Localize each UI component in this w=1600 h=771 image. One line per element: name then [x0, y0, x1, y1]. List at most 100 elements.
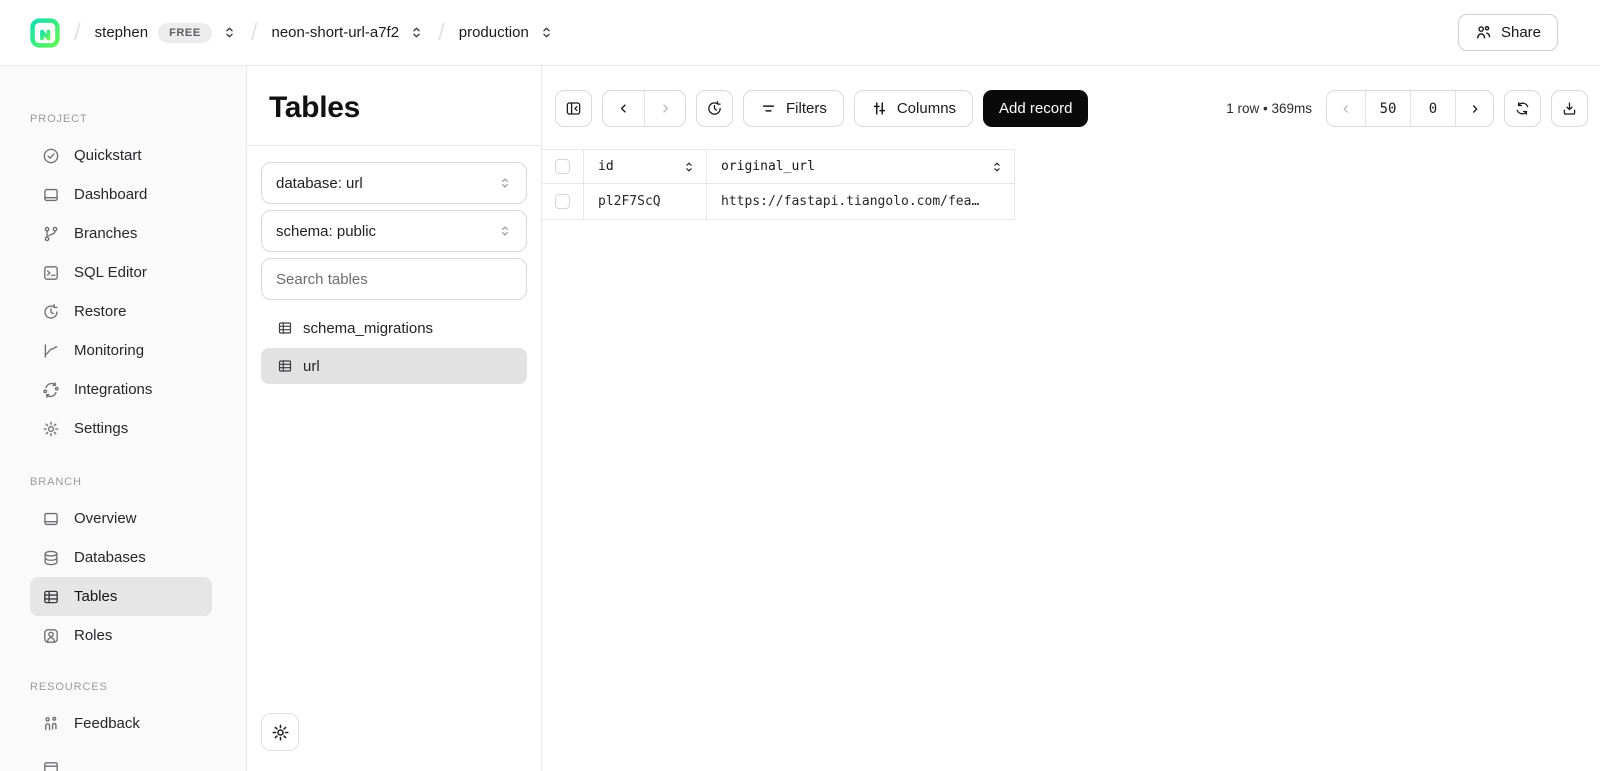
breadcrumb-branch[interactable]: production: [459, 24, 554, 41]
search-tables-input[interactable]: [261, 258, 527, 300]
share-label: Share: [1501, 24, 1541, 41]
download-button[interactable]: [1551, 90, 1588, 127]
page-title: Tables: [269, 90, 541, 126]
sidebar-item-branches[interactable]: Branches: [30, 214, 212, 253]
filters-button[interactable]: Filters: [743, 90, 844, 127]
top-header: / stephen FREE / neon-short-url-a7f2 / p…: [0, 0, 1600, 66]
column-header-original-url[interactable]: original_url: [707, 150, 1015, 184]
toolbar-right: 1 row • 369ms 50 0: [1226, 90, 1588, 127]
sliders-icon: [871, 100, 888, 117]
table-grid-icon: [277, 320, 293, 336]
filter-icon: [760, 100, 777, 117]
table-list-item-schema-migrations[interactable]: schema_migrations: [261, 310, 527, 346]
select-all-checkbox[interactable]: [555, 159, 570, 174]
integrations-icon: [42, 381, 60, 399]
table-list: schema_migrations url: [261, 310, 527, 384]
user-square-icon: [42, 627, 60, 645]
table-grid-icon: [42, 588, 60, 606]
sidebar-item-label: Feedback: [74, 715, 140, 732]
columns-button[interactable]: Columns: [854, 90, 973, 127]
chevron-expand-icon: [498, 224, 512, 238]
sidebar-item-label: Monitoring: [74, 342, 144, 359]
sidebar-item-label: Quickstart: [74, 147, 142, 164]
row-checkbox[interactable]: [555, 194, 570, 209]
chevron-expand-icon[interactable]: [539, 25, 554, 40]
breadcrumb-org[interactable]: stephen FREE: [95, 23, 237, 43]
neon-logo[interactable]: [30, 18, 60, 48]
history-clock-icon: [706, 100, 723, 117]
result-status: 1 row • 369ms: [1226, 101, 1312, 116]
column-header-id[interactable]: id: [584, 150, 707, 184]
page-size-value[interactable]: 50: [1365, 91, 1410, 126]
database-select[interactable]: database: url: [261, 162, 527, 204]
sidebar-item-feedback[interactable]: Feedback: [30, 704, 212, 743]
sidebar-item-overview[interactable]: Overview: [30, 499, 212, 538]
sidebar: PROJECT Quickstart Dashboard: [0, 66, 247, 771]
project-name: neon-short-url-a7f2: [271, 24, 399, 41]
history-button[interactable]: [696, 90, 733, 127]
cell-original-url[interactable]: https://fastapi.tiangolo.com/fea…: [707, 184, 1015, 220]
pagination-group: 50 0: [1326, 90, 1494, 127]
chevron-right-icon: [658, 101, 673, 116]
data-grid: id original_url: [542, 149, 1600, 220]
refresh-button[interactable]: [1504, 90, 1541, 127]
collapse-panel-button[interactable]: [555, 90, 592, 127]
gear-icon: [271, 723, 290, 742]
table-name: url: [303, 358, 320, 375]
share-button[interactable]: Share: [1458, 14, 1558, 51]
add-record-button[interactable]: Add record: [983, 90, 1088, 127]
sidebar-item-settings[interactable]: Settings: [30, 409, 212, 448]
table-grid-icon: [277, 358, 293, 374]
share-people-icon: [1475, 24, 1492, 41]
sidebar-item-monitoring[interactable]: Monitoring: [30, 331, 212, 370]
chevron-right-icon: [1468, 102, 1482, 116]
sidebar-item-tables[interactable]: Tables: [30, 577, 212, 616]
sidebar-item-databases[interactable]: Databases: [30, 538, 212, 577]
chart-line-icon: [42, 342, 60, 360]
breadcrumb-separator: /: [74, 19, 81, 47]
sort-icon[interactable]: [682, 160, 696, 174]
breadcrumb-project[interactable]: neon-short-url-a7f2: [271, 24, 424, 41]
sidebar-item-quickstart[interactable]: Quickstart: [30, 136, 212, 175]
table-list-item-url[interactable]: url: [261, 348, 527, 384]
sidebar-item-label: Integrations: [74, 381, 152, 398]
section-label-resources: RESOURCES: [30, 680, 246, 694]
sidebar-item-label: Roles: [74, 627, 112, 644]
branch-name: production: [459, 24, 529, 41]
sidebar-item-restore[interactable]: Restore: [30, 292, 212, 331]
chevron-left-icon: [1339, 102, 1353, 116]
undo-button[interactable]: [603, 91, 644, 126]
sidebar-item-label: Databases: [74, 549, 146, 566]
gear-icon: [42, 420, 60, 438]
page-offset-value[interactable]: 0: [1410, 91, 1455, 126]
breadcrumb-separator: /: [251, 19, 258, 47]
sidebar-item-label: SQL Editor: [74, 264, 147, 281]
sidebar-item-partial[interactable]: [30, 748, 212, 771]
panel-settings-button[interactable]: [261, 713, 299, 751]
cell-id[interactable]: pl2F7ScQ: [584, 184, 707, 220]
sidebar-item-label: Settings: [74, 420, 128, 437]
chevron-expand-icon[interactable]: [222, 25, 237, 40]
sidebar-item-integrations[interactable]: Integrations: [30, 370, 212, 409]
redo-button[interactable]: [644, 91, 685, 126]
table-row[interactable]: pl2F7ScQ https://fastapi.tiangolo.com/fe…: [542, 184, 1015, 220]
grid-header-row: id original_url: [542, 150, 1015, 184]
page-prev-button[interactable]: [1327, 91, 1365, 126]
column-label: original_url: [721, 159, 815, 174]
chevron-expand-icon[interactable]: [409, 25, 424, 40]
terminal-icon: [42, 264, 60, 282]
chevron-expand-icon: [498, 176, 512, 190]
download-icon: [1561, 100, 1578, 117]
page-next-button[interactable]: [1455, 91, 1493, 126]
docs-icon: [42, 759, 60, 771]
schema-select[interactable]: schema: public: [261, 210, 527, 252]
history-clock-icon: [42, 303, 60, 321]
sidebar-item-roles[interactable]: Roles: [30, 616, 212, 655]
row-select-cell: [542, 184, 584, 220]
sidebar-item-dashboard[interactable]: Dashboard: [30, 175, 212, 214]
sidebar-item-sql-editor[interactable]: SQL Editor: [30, 253, 212, 292]
sidebar-item-label: Tables: [74, 588, 117, 605]
window-icon: [42, 510, 60, 528]
column-label: id: [598, 159, 614, 174]
sort-icon[interactable]: [990, 160, 1004, 174]
